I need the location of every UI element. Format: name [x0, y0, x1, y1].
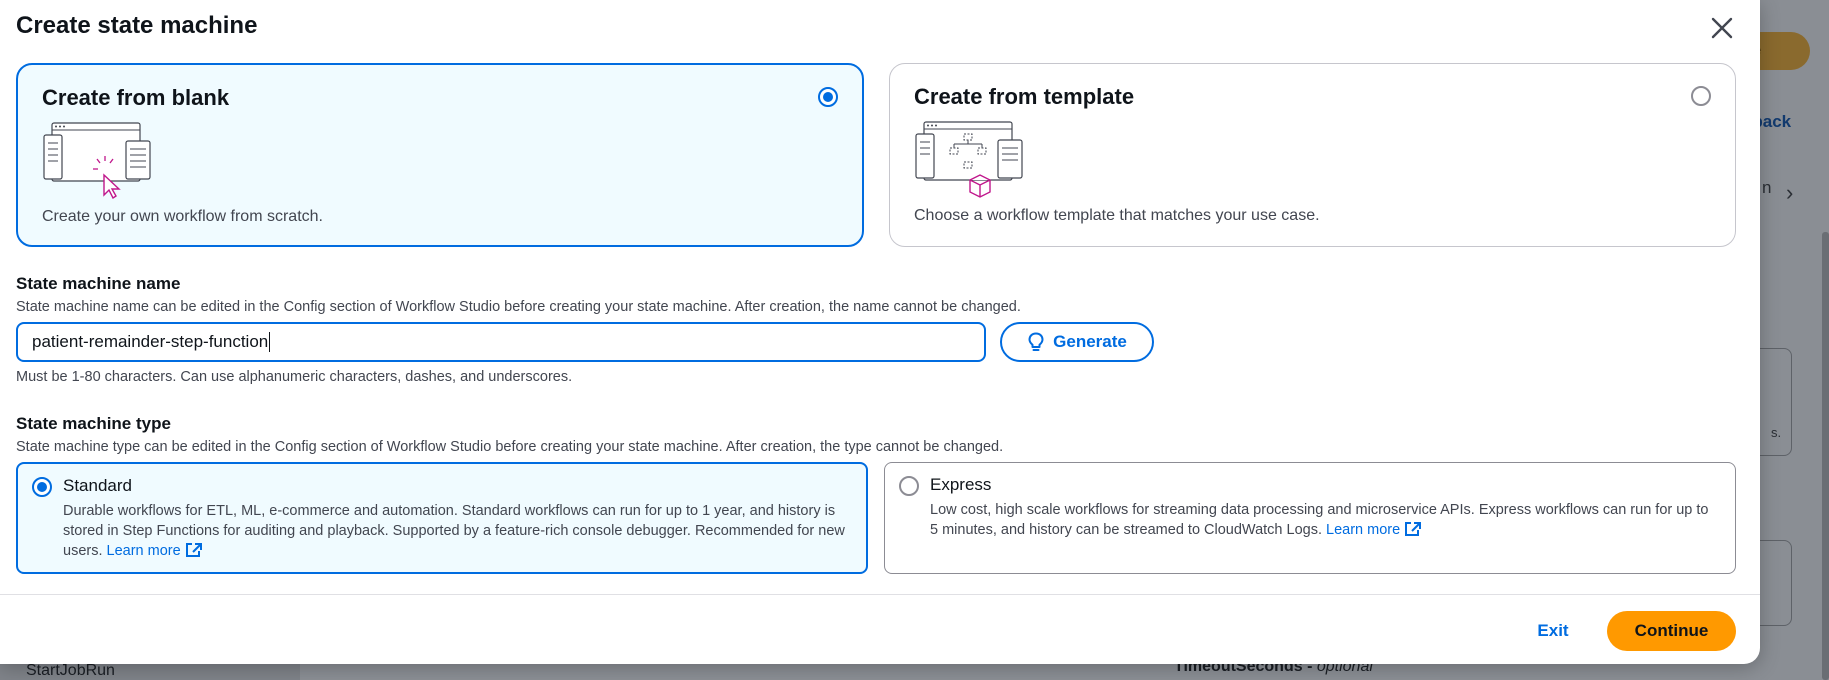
create-from-template-radio[interactable]: [1691, 86, 1711, 106]
standard-title: Standard: [63, 476, 132, 495]
standard-description: Durable workflows for ETL, ML, e-commerc…: [63, 501, 850, 561]
lightbulb-icon: [1028, 332, 1044, 351]
generate-button[interactable]: Generate: [1000, 322, 1154, 362]
close-icon: [1711, 17, 1733, 39]
state-machine-name-description: State machine name can be edited in the …: [16, 299, 1021, 315]
state-machine-name-value: patient-remainder-step-function: [32, 332, 269, 351]
external-link-icon: [185, 543, 202, 557]
standard-radio[interactable]: [32, 477, 52, 497]
radio-selected-icon: [32, 477, 52, 497]
continue-button[interactable]: Continue: [1607, 611, 1736, 651]
create-from-blank-description: Create your own workflow from scratch.: [42, 208, 323, 225]
background-nav-text: n: [1762, 178, 1772, 197]
create-from-template-title: Create from template: [914, 84, 1135, 109]
create-from-blank-radio[interactable]: [818, 87, 838, 107]
radio-unselected-icon: [899, 476, 919, 496]
express-description-text: Low cost, high scale workflows for strea…: [930, 502, 1709, 538]
state-machine-name-constraint: Must be 1-80 characters. Can use alphanu…: [16, 369, 573, 385]
footer-divider: [0, 594, 1760, 595]
blank-workflow-illustration-icon: [43, 122, 151, 200]
standard-learn-more-link[interactable]: Learn more: [107, 543, 203, 559]
text-caret: [269, 332, 271, 352]
express-type-card[interactable]: Express Low cost, high scale workflows f…: [884, 462, 1736, 574]
external-link-icon: [1405, 522, 1422, 536]
express-radio[interactable]: [899, 476, 919, 496]
create-from-template-description: Choose a workflow template that matches …: [914, 207, 1320, 224]
create-from-blank-tile[interactable]: Create from blank Create your own workfl…: [16, 63, 864, 247]
standard-type-card[interactable]: Standard Durable workflows for ETL, ML, …: [16, 462, 868, 574]
create-from-template-tile[interactable]: Create from template Choose a workflow t…: [889, 63, 1736, 247]
background-scrollbar: [1822, 232, 1829, 680]
state-machine-type-label: State machine type: [16, 414, 171, 433]
background-chevron-right-icon: ›: [1786, 180, 1794, 205]
standard-learn-more-label: Learn more: [106, 543, 181, 559]
state-machine-type-description: State machine type can be edited in the …: [16, 439, 1004, 455]
create-state-machine-modal: Create state machine Create from blank C…: [0, 0, 1760, 664]
state-machine-name-label: State machine name: [16, 274, 181, 293]
express-learn-more-label: Learn more: [1326, 522, 1401, 538]
background-panel-text: s.: [1771, 425, 1782, 440]
express-learn-more-link[interactable]: Learn more: [1326, 522, 1422, 538]
exit-button[interactable]: Exit: [1520, 612, 1586, 650]
background-list-item: StartJobRun: [26, 662, 115, 679]
create-from-blank-title: Create from blank: [42, 85, 230, 110]
state-machine-name-input[interactable]: patient-remainder-step-function: [16, 322, 986, 362]
close-button[interactable]: [1706, 12, 1738, 44]
generate-button-label: Generate: [1053, 332, 1127, 351]
radio-unselected-icon: [1691, 86, 1711, 106]
express-description: Low cost, high scale workflows for strea…: [930, 500, 1719, 540]
express-title: Express: [930, 475, 992, 494]
modal-title: Create state machine: [16, 12, 258, 39]
template-workflow-illustration-icon: [915, 121, 1023, 198]
radio-selected-icon: [818, 87, 838, 107]
